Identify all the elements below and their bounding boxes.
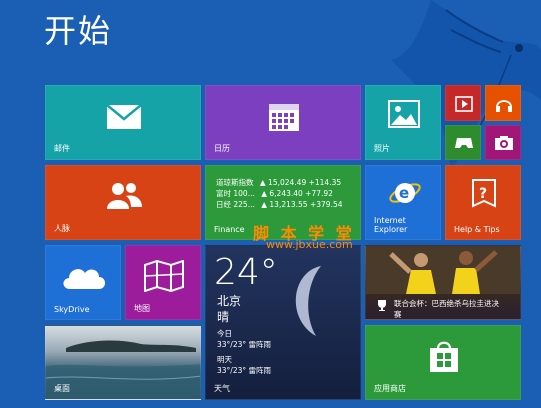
maps-tile[interactable]: 地图 — [125, 245, 201, 320]
svg-text:?: ? — [479, 186, 487, 202]
camera-icon — [495, 136, 513, 150]
store-tile[interactable]: 应用商店 — [365, 325, 521, 400]
games-tile[interactable] — [445, 125, 481, 160]
svg-text:e: e — [399, 184, 409, 202]
finance-row: 日经 225... ▲ 13,213.55 +379.54 — [216, 199, 342, 210]
people-tile-label: 人脉 — [54, 224, 70, 233]
index-name: 富时 100... — [216, 189, 255, 198]
weather-tile[interactable]: 24° 北京 晴 今日 33°/23° 雷阵雨 明天 33°/23° 雷阵雨 天… — [205, 245, 361, 400]
store-tile-label: 应用商店 — [374, 384, 406, 393]
weather-today-forecast: 33°/23° 雷阵雨 — [217, 340, 271, 349]
internet-explorer-tile-label: Internet Explorer — [374, 216, 408, 234]
store-bag-icon — [430, 341, 458, 372]
sports-photo — [366, 246, 520, 294]
skydrive-tile[interactable]: SkyDrive — [45, 245, 121, 320]
weather-temperature: 24° — [214, 252, 278, 293]
people-tile[interactable]: 人脉 — [45, 165, 201, 240]
trophy-icon — [378, 300, 386, 311]
start-screen-title: 开始 — [44, 12, 113, 50]
video-icon — [455, 96, 473, 112]
sports-headline: 联合会杯：巴西绝杀乌拉圭进决赛 — [394, 299, 499, 319]
desktop-tile[interactable]: 桌面 — [45, 325, 201, 400]
internet-explorer-icon: e — [389, 183, 421, 203]
index-value: ▲ 13,213.55 +379.54 — [261, 200, 343, 209]
cloud-icon — [63, 269, 105, 289]
watermark-url: www.jbxue.com — [266, 238, 353, 251]
map-icon — [144, 260, 184, 292]
calendar-tile[interactable]: 日历 — [205, 85, 361, 160]
weather-tile-label: 天气 — [214, 384, 230, 393]
internet-explorer-tile[interactable]: e Internet Explorer — [365, 165, 441, 240]
mail-tile[interactable]: 邮件 — [45, 85, 201, 160]
weather-condition: 晴 — [217, 310, 230, 324]
music-tile[interactable] — [485, 85, 521, 121]
mail-tile-label: 邮件 — [54, 144, 70, 153]
desktop-tile-label: 桌面 — [54, 384, 70, 393]
index-name: 日经 225... — [216, 200, 255, 209]
index-name: 道琼斯指数 — [216, 178, 254, 187]
weather-today-label: 今日 — [217, 329, 232, 338]
help-tips-tile[interactable]: ? Help & Tips — [445, 165, 521, 240]
help-tips-tile-label: Help & Tips — [454, 225, 500, 234]
camera-tile[interactable] — [485, 125, 521, 160]
weather-tomorrow-forecast: 33°/23° 雷阵雨 — [217, 366, 271, 375]
finance-row: 富时 100... ▲ 6,243.40 +77.92 — [216, 188, 342, 199]
photos-tile-label: 照片 — [374, 144, 390, 153]
headphones-icon — [496, 100, 512, 112]
weather-city: 北京 — [217, 294, 242, 308]
moon-icon — [295, 266, 321, 336]
mail-icon — [106, 104, 142, 129]
index-value: ▲ 15,024.49 +114.35 — [259, 178, 342, 187]
people-icon — [107, 183, 142, 209]
finance-tile-label: Finance — [214, 225, 245, 234]
photos-icon — [388, 100, 420, 128]
finance-row: 道琼斯指数 ▲ 15,024.49 +114.35 — [216, 177, 342, 188]
maps-tile-label: 地图 — [134, 304, 150, 313]
skydrive-tile-label: SkyDrive — [54, 305, 90, 314]
photos-tile[interactable]: 照片 — [365, 85, 441, 160]
calendar-tile-label: 日历 — [214, 144, 230, 153]
xbox-controller-icon — [455, 138, 473, 148]
index-value: ▲ 6,243.40 +77.92 — [261, 189, 333, 198]
help-icon: ? — [472, 179, 496, 208]
calendar-icon — [269, 104, 299, 131]
video-tile[interactable] — [445, 85, 481, 121]
sports-tile[interactable]: 联合会杯：巴西绝杀乌拉圭进决赛 — [365, 245, 521, 320]
weather-tomorrow-label: 明天 — [217, 355, 232, 364]
